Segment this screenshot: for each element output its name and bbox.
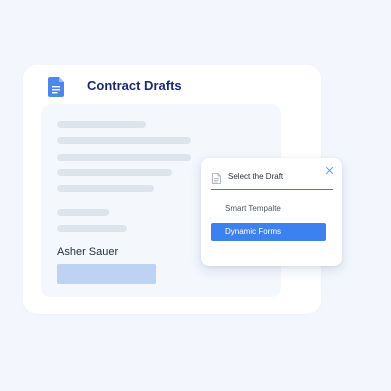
signature-field[interactable] [57,264,156,284]
text-placeholder-line [57,169,172,176]
text-placeholder-line [57,154,191,161]
option-dynamic-forms[interactable]: Dynamic Forms [211,223,326,241]
divider [211,189,333,190]
text-placeholder-line [57,137,191,144]
option-smart-template[interactable]: Smart Tempalte [211,200,326,218]
signer-name: Asher Sauer [57,246,119,258]
close-icon[interactable] [325,162,334,174]
card-title: Contract Drafts [87,78,182,93]
text-placeholder-line [57,209,109,216]
document-icon [48,77,64,97]
file-icon [212,171,221,184]
text-placeholder-line [57,121,146,128]
text-placeholder-line [57,185,154,192]
popup-title: Select the Draft [228,172,284,181]
text-placeholder-line [57,225,127,232]
